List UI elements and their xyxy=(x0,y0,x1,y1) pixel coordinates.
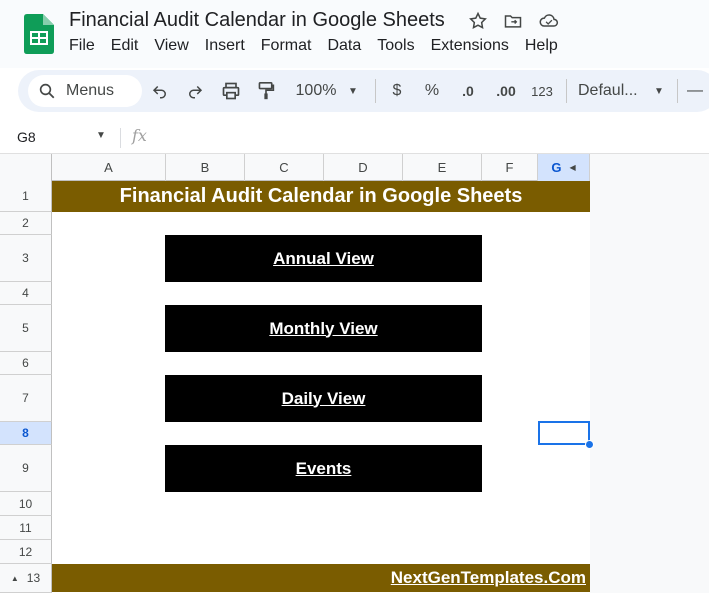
currency-format-button[interactable]: $ xyxy=(388,78,406,104)
column-header-c[interactable]: C xyxy=(245,154,324,181)
menu-data[interactable]: Data xyxy=(327,37,369,55)
formula-divider xyxy=(120,128,121,148)
toolbar-divider xyxy=(375,79,376,103)
fx-icon: fx xyxy=(132,126,147,145)
document-title[interactable]: Financial Audit Calendar in Google Sheet… xyxy=(69,9,445,32)
selected-cell-g8[interactable] xyxy=(538,421,590,445)
column-header-g-label: G xyxy=(551,160,562,175)
menu-file[interactable]: File xyxy=(69,37,103,55)
toolbar-divider xyxy=(566,79,567,103)
search-menus-label: Menus xyxy=(66,82,115,99)
sheet-footer: NextGenTemplates.Com xyxy=(52,564,590,592)
menu-edit[interactable]: Edit xyxy=(111,37,147,55)
search-menus-button[interactable]: Menus xyxy=(28,75,142,107)
number-format-button[interactable]: 123 xyxy=(528,78,556,104)
menu-bar: File Edit View Insert Format Data Tools … xyxy=(69,37,574,55)
row-header-11[interactable]: 11 xyxy=(0,516,52,540)
decrease-decimal-button[interactable]: .0 xyxy=(456,78,480,104)
column-header-e[interactable]: E xyxy=(403,154,482,181)
redo-icon[interactable] xyxy=(185,78,205,104)
row-header-6[interactable]: 6 xyxy=(0,352,52,375)
grid-empty-area xyxy=(590,154,709,593)
row-header-2[interactable]: 2 xyxy=(0,212,52,235)
row-header-13[interactable]: ▲ 13 xyxy=(0,564,52,593)
column-header-f[interactable]: F xyxy=(482,154,538,181)
sheet-cells: Financial Audit Calendar in Google Sheet… xyxy=(52,181,590,593)
row-scroll-up-icon[interactable]: ▲ xyxy=(11,574,19,583)
move-folder-icon[interactable] xyxy=(502,10,524,32)
zoom-dropdown-icon[interactable]: ▼ xyxy=(346,78,360,104)
row-header-9[interactable]: 9 xyxy=(0,445,52,492)
row-header-10[interactable]: 10 xyxy=(0,492,52,516)
menu-help[interactable]: Help xyxy=(525,37,566,55)
annual-view-button[interactable]: Annual View xyxy=(165,235,482,282)
print-icon[interactable] xyxy=(220,78,242,104)
undo-icon[interactable] xyxy=(150,78,170,104)
menu-extensions[interactable]: Extensions xyxy=(431,37,517,55)
font-family-select[interactable]: Defaul... xyxy=(578,78,644,104)
formula-bar: G8 ▼ fx xyxy=(0,120,709,154)
row-header-8[interactable]: 8 xyxy=(0,422,52,445)
row-header-13-label: 13 xyxy=(26,571,41,585)
search-icon xyxy=(39,83,55,99)
column-header-a[interactable]: A xyxy=(52,154,166,181)
column-headers: A B C D E F G ◀ xyxy=(0,154,590,181)
spreadsheet-grid: A B C D E F G ◀ 1 2 3 4 5 6 7 8 9 10 11 … xyxy=(0,154,709,593)
sheet-banner-title[interactable]: Financial Audit Calendar in Google Sheet… xyxy=(52,181,590,212)
percent-format-button[interactable]: % xyxy=(422,78,442,104)
sheets-logo-icon[interactable] xyxy=(22,14,54,54)
star-icon[interactable] xyxy=(467,10,489,32)
name-box-dropdown-icon[interactable]: ▼ xyxy=(96,130,106,141)
column-header-g[interactable]: G ◀ xyxy=(538,154,590,181)
zoom-value[interactable]: 100% xyxy=(292,78,340,104)
row-header-5[interactable]: 5 xyxy=(0,305,52,352)
app-header: Financial Audit Calendar in Google Sheet… xyxy=(0,0,709,68)
column-scroll-left-icon[interactable]: ◀ xyxy=(569,163,575,172)
toolbar: Menus 100% ▼ $ % .0 .00 123 Defaul... ▼ … xyxy=(18,70,709,112)
column-header-b[interactable]: B xyxy=(166,154,245,181)
row-header-7[interactable]: 7 xyxy=(0,375,52,422)
nextgentemplates-link[interactable]: NextGenTemplates.Com xyxy=(391,568,586,588)
decrease-font-size-button[interactable]: — xyxy=(687,78,703,104)
cloud-status-icon[interactable] xyxy=(538,10,560,32)
select-all-corner[interactable] xyxy=(0,154,52,181)
row-header-4[interactable]: 4 xyxy=(0,282,52,305)
menu-view[interactable]: View xyxy=(154,37,196,55)
fill-handle[interactable] xyxy=(585,440,594,449)
row-header-3[interactable]: 3 xyxy=(0,235,52,282)
daily-view-button[interactable]: Daily View xyxy=(165,375,482,422)
events-button[interactable]: Events xyxy=(165,445,482,492)
column-header-d[interactable]: D xyxy=(324,154,403,181)
increase-decimal-button[interactable]: .00 xyxy=(492,78,520,104)
row-header-12[interactable]: 12 xyxy=(0,540,52,564)
menu-tools[interactable]: Tools xyxy=(377,37,422,55)
name-box[interactable]: G8 xyxy=(17,129,36,145)
menu-format[interactable]: Format xyxy=(261,37,320,55)
row-header-1[interactable]: 1 xyxy=(0,181,52,212)
menu-insert[interactable]: Insert xyxy=(205,37,253,55)
paint-format-icon[interactable] xyxy=(256,78,276,104)
monthly-view-button[interactable]: Monthly View xyxy=(165,305,482,352)
toolbar-divider xyxy=(677,79,678,103)
font-dropdown-icon[interactable]: ▼ xyxy=(652,78,666,104)
